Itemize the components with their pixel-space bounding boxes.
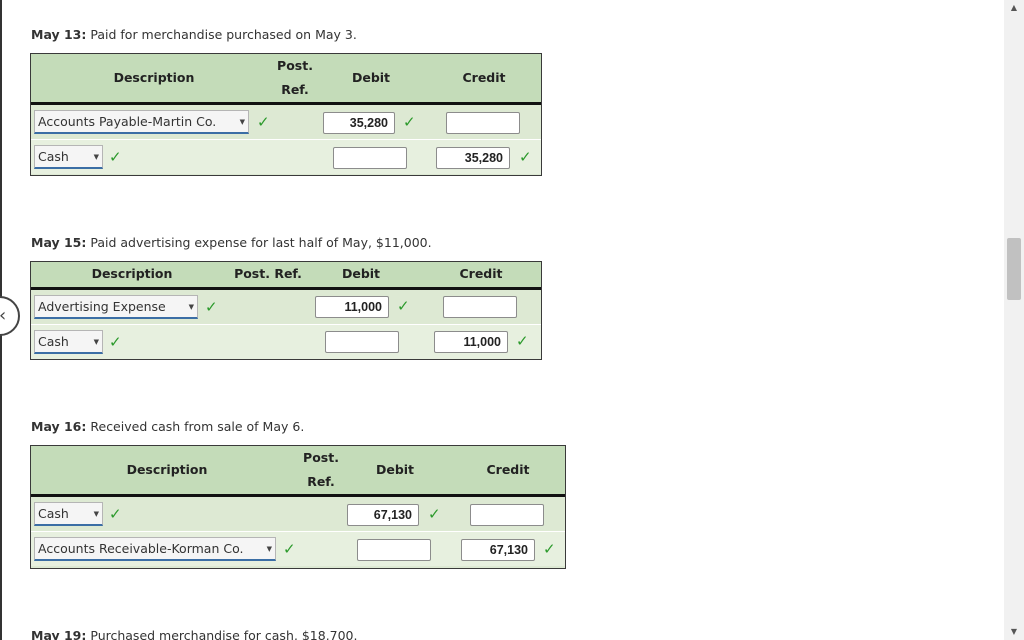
col-post-ref-2: Ref.: [307, 474, 335, 489]
credit-input[interactable]: [443, 296, 517, 318]
dropdown-arrow-icon: ▼: [93, 338, 99, 346]
entry-heading-may13: May 13: Paid for merchandise purchased o…: [31, 27, 357, 42]
col-credit: Credit: [486, 462, 530, 477]
debit-input[interactable]: [323, 112, 395, 134]
col-debit: Debit: [375, 462, 415, 477]
debit-input[interactable]: [347, 504, 419, 526]
entry-heading-may19: May 19: Purchased merchandise for cash, …: [31, 628, 357, 640]
check-icon: ✓: [109, 333, 122, 351]
table-row: Cash ▼ ✓ ✓: [31, 140, 541, 174]
journal-entries-page: May 13: Paid for merchandise purchased o…: [0, 0, 1004, 640]
journal-table-may15: Description Post. Ref. Debit Credit Adve…: [30, 261, 542, 360]
check-icon: ✓: [283, 540, 296, 558]
credit-input[interactable]: [436, 147, 510, 169]
debit-input[interactable]: [325, 331, 399, 353]
account-value: Accounts Receivable-Korman Co.: [38, 541, 244, 556]
entry-heading-may15: May 15: Paid advertising expense for las…: [31, 235, 432, 250]
credit-input[interactable]: [461, 539, 535, 561]
check-icon: ✓: [403, 113, 416, 131]
credit-input[interactable]: [446, 112, 520, 134]
check-icon: ✓: [428, 505, 441, 523]
col-post-ref-1: Post.: [277, 58, 313, 73]
credit-input[interactable]: [470, 504, 544, 526]
table-row: Advertising Expense ▼ ✓ ✓: [31, 290, 541, 325]
dropdown-arrow-icon: ▼: [93, 153, 99, 161]
entry-text: Received cash from sale of May 6.: [90, 419, 305, 434]
debit-input[interactable]: [315, 296, 389, 318]
dropdown-arrow-icon: ▼: [239, 118, 245, 126]
table-header: Description Post. Ref. Debit Credit: [31, 54, 541, 105]
journal-table-may16: Description Post. Ref. Debit Credit Cash…: [30, 445, 566, 569]
entry-text: Paid advertising expense for last half o…: [90, 235, 432, 250]
check-icon: ✓: [543, 540, 556, 558]
account-value: Cash: [38, 149, 69, 164]
table-row: Cash ▼ ✓ ✓: [31, 325, 541, 359]
col-debit: Debit: [341, 266, 381, 281]
account-select[interactable]: Cash ▼: [34, 330, 103, 354]
scroll-up-arrow-icon[interactable]: ▲: [1004, 0, 1024, 16]
table-header: Description Post. Ref. Debit Credit: [31, 262, 541, 290]
entry-date: May 16:: [31, 419, 87, 434]
table-header: Description Post. Ref. Debit Credit: [31, 446, 565, 497]
account-value: Cash: [38, 334, 69, 349]
chevron-left-icon: ‹: [0, 305, 6, 326]
account-select[interactable]: Accounts Receivable-Korman Co. ▼: [34, 537, 276, 561]
entry-date: May 19:: [31, 628, 87, 640]
check-icon: ✓: [519, 148, 532, 166]
journal-table-may13: Description Post. Ref. Debit Credit Acco…: [30, 53, 542, 176]
account-value: Cash: [38, 506, 69, 521]
debit-input[interactable]: [333, 147, 407, 169]
table-row: Accounts Payable-Martin Co. ▼ ✓ ✓: [31, 105, 541, 140]
col-debit: Debit: [351, 70, 391, 85]
dropdown-arrow-icon: ▼: [93, 510, 99, 518]
col-description: Description: [126, 462, 208, 477]
account-select[interactable]: Accounts Payable-Martin Co. ▼: [34, 110, 249, 134]
col-description: Description: [113, 70, 195, 85]
credit-input[interactable]: [434, 331, 508, 353]
table-row: Accounts Receivable-Korman Co. ▼ ✓ ✓: [31, 532, 565, 566]
dropdown-arrow-icon: ▼: [188, 303, 194, 311]
col-credit: Credit: [459, 266, 503, 281]
col-post-ref-1: Post.: [303, 450, 339, 465]
col-description: Description: [91, 266, 173, 281]
entry-text: Paid for merchandise purchased on May 3.: [90, 27, 357, 42]
entry-heading-may16: May 16: Received cash from sale of May 6…: [31, 419, 304, 434]
dropdown-arrow-icon: ▼: [266, 545, 272, 553]
scroll-down-arrow-icon[interactable]: ▼: [1004, 624, 1024, 640]
entry-date: May 15:: [31, 235, 87, 250]
check-icon: ✓: [205, 298, 218, 316]
scrollbar-thumb[interactable]: [1007, 238, 1021, 300]
account-value: Accounts Payable-Martin Co.: [38, 114, 217, 129]
entry-text: Purchased merchandise for cash, $18,700.: [90, 628, 358, 640]
account-select[interactable]: Cash ▼: [34, 145, 103, 169]
col-credit: Credit: [462, 70, 506, 85]
check-icon: ✓: [257, 113, 270, 131]
col-post-ref-2: Ref.: [281, 82, 309, 97]
previous-nav-button[interactable]: ‹: [0, 296, 20, 336]
debit-input[interactable]: [357, 539, 431, 561]
account-select[interactable]: Advertising Expense ▼: [34, 295, 198, 319]
account-value: Advertising Expense: [38, 299, 166, 314]
col-post-ref: Post. Ref.: [234, 266, 302, 281]
entry-date: May 13:: [31, 27, 87, 42]
check-icon: ✓: [109, 148, 122, 166]
check-icon: ✓: [109, 505, 122, 523]
vertical-scrollbar[interactable]: ▲ ▼: [1004, 0, 1024, 640]
account-select[interactable]: Cash ▼: [34, 502, 103, 526]
check-icon: ✓: [397, 297, 410, 315]
check-icon: ✓: [516, 332, 529, 350]
table-row: Cash ▼ ✓ ✓: [31, 497, 565, 532]
